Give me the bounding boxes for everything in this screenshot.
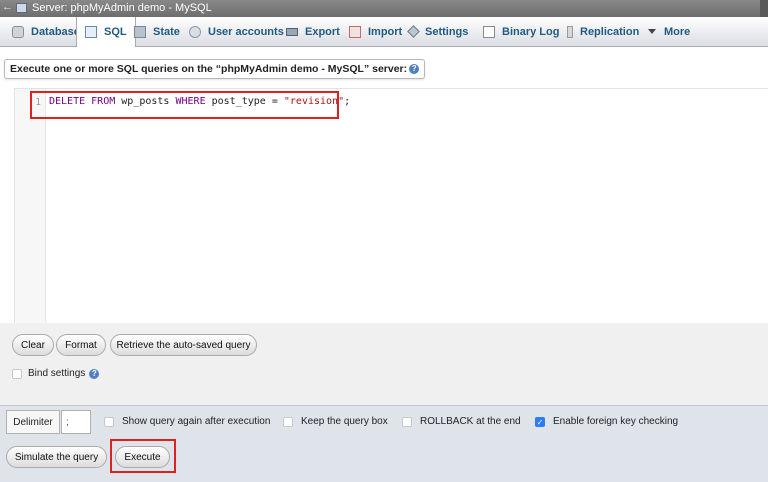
show-query-again-checkbox[interactable] [104,416,114,427]
keep-query-box-checkbox[interactable] [283,416,293,427]
replication-icon [567,25,573,38]
import-icon [349,25,361,38]
tab-bar: Databases SQL State User accounts Export… [0,17,768,47]
help-icon[interactable]: ? [89,368,100,379]
code-highlight-box [30,91,339,119]
query-panel-title: Execute one or more SQL queries on the “… [4,59,426,79]
option-rollback-at-end[interactable]: ROLLBACK at the end [402,416,521,427]
delimiter-label: Delimiter [6,410,60,434]
tab-label: More [664,25,691,38]
tab-label: Settings [425,25,469,38]
line-number-gutter: 1 [15,89,46,324]
query-panel-title-text: Execute one or more SQL queries on the “… [10,63,408,75]
tab-user-accounts[interactable]: User accounts [181,17,292,46]
execute-highlight-box [110,439,176,473]
tab-label: SQL [104,26,127,38]
tab-state[interactable]: State [126,17,188,46]
option-label: ROLLBACK at the end [420,416,521,427]
tab-binary-log[interactable]: Binary Log [475,17,567,46]
option-label: Keep the query box [301,416,388,427]
format-button[interactable]: Format [56,334,106,356]
chevron-down-icon [648,29,656,34]
tab-import[interactable]: Import [341,17,410,46]
help-icon[interactable]: ? [409,64,420,74]
tab-label: Import [368,25,403,38]
tab-replication[interactable]: Replication [559,17,647,46]
back-arrow-icon[interactable]: ← [2,1,13,13]
delimiter-input[interactable]: ; [61,410,91,434]
clear-button[interactable]: Clear [12,334,54,356]
foreign-key-checkbox[interactable]: ✓ [535,416,545,427]
option-label: Show query again after execution [122,416,271,427]
tab-more[interactable]: More [640,17,698,46]
sql-icon [85,26,97,38]
binary-log-icon [483,25,495,38]
option-label: Enable foreign key checking [553,416,679,427]
tab-export[interactable]: Export [278,17,348,46]
tab-label: Binary Log [502,25,560,38]
tab-label: Export [305,25,340,38]
settings-icon [407,25,420,38]
title-bar: ← Server: phpMyAdmin demo - MySQL [0,0,768,17]
users-icon [189,25,201,38]
option-show-query-again[interactable]: Show query again after execution [104,416,270,427]
window-title: Server: phpMyAdmin demo - MySQL [32,2,212,14]
server-icon [16,3,27,13]
tab-label: Replication [580,25,640,38]
sql-editor[interactable]: 1 DELETE FROM wp_posts WHERE post_type =… [14,88,768,324]
rollback-checkbox[interactable] [402,416,412,427]
option-keep-query-box[interactable]: Keep the query box [283,416,388,427]
title-bar-edge [760,0,768,17]
export-icon [286,27,298,36]
bind-settings-label: Bind settings [28,368,86,379]
tab-label: User accounts [208,25,284,38]
option-foreign-key-checking[interactable]: ✓ Enable foreign key checking [535,416,678,427]
database-icon [12,25,24,38]
sql-terminator: ; [344,96,351,107]
retrieve-autosaved-button[interactable]: Retrieve the auto-saved query [110,334,257,356]
tab-label: State [153,25,180,38]
bind-settings-checkbox[interactable] [12,368,22,379]
bind-settings: Bind settings ? [12,368,100,379]
tab-settings[interactable]: Settings [401,17,476,46]
simulate-query-button[interactable]: Simulate the query [6,446,107,468]
status-icon [134,25,146,38]
